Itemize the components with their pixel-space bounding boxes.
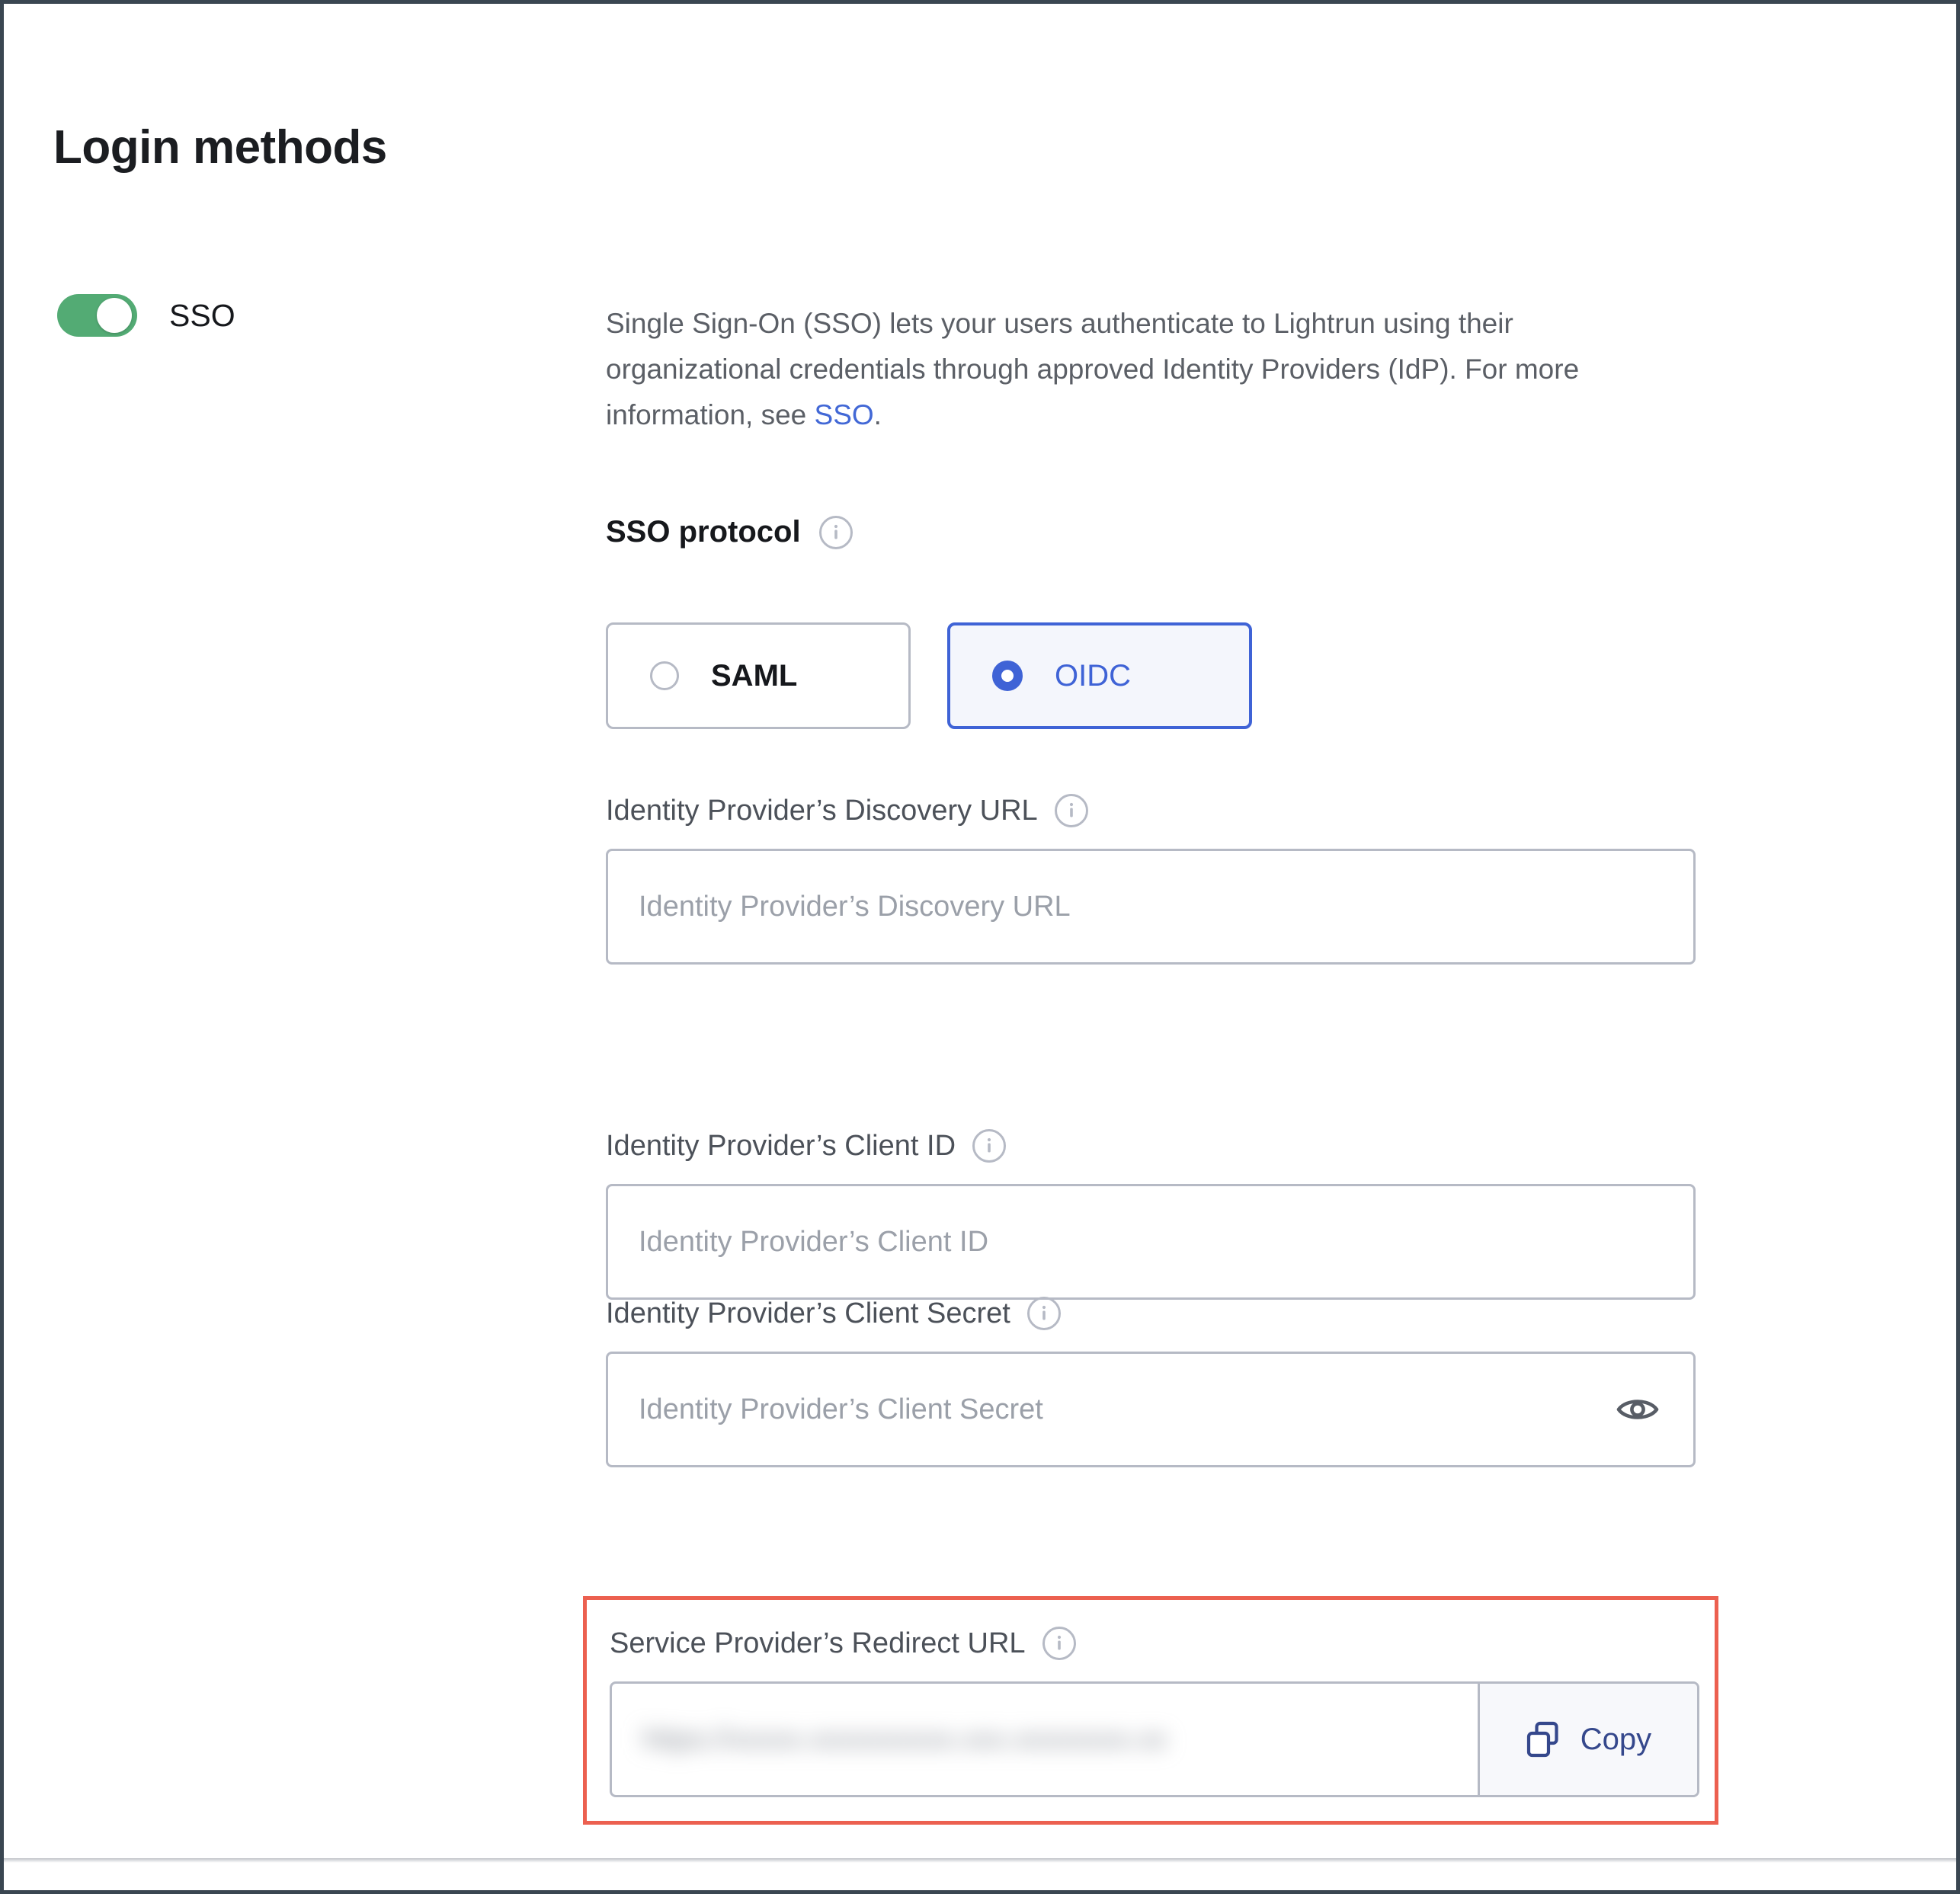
toggle-knob — [97, 298, 132, 333]
client-id-input[interactable]: Identity Provider’s Client ID — [606, 1184, 1696, 1300]
sso-doc-link[interactable]: SSO — [815, 399, 874, 430]
field-redirect-url: Service Provider’s Redirect URL https://… — [610, 1627, 1699, 1797]
redirect-url-highlight: Service Provider’s Redirect URL https://… — [583, 1596, 1718, 1825]
protocol-option-oidc-label: OIDC — [1055, 659, 1131, 693]
sso-protocol-heading-row: SSO protocol — [606, 515, 853, 549]
page-title: Login methods — [53, 124, 387, 171]
radio-circle-icon — [650, 661, 679, 690]
client-id-label-row: Identity Provider’s Client ID — [606, 1129, 1696, 1163]
client-secret-input[interactable]: Identity Provider’s Client Secret — [606, 1352, 1696, 1467]
protocol-option-saml-label: SAML — [711, 659, 797, 693]
client-secret-label: Identity Provider’s Client Secret — [606, 1297, 1010, 1330]
info-icon[interactable] — [1027, 1297, 1061, 1330]
radio-circle-filled-icon — [992, 661, 1023, 691]
eye-icon[interactable] — [1616, 1395, 1659, 1424]
redirect-url-input-group: https://xxxxx.xxxxxxxxxx.xxx.xxxxxxxx.xx… — [610, 1681, 1699, 1797]
discovery-url-label: Identity Provider’s Discovery URL — [606, 795, 1038, 827]
redirect-url-label-row: Service Provider’s Redirect URL — [610, 1627, 1699, 1660]
client-id-label: Identity Provider’s Client ID — [606, 1130, 956, 1163]
client-secret-label-row: Identity Provider’s Client Secret — [606, 1297, 1696, 1330]
protocol-option-oidc[interactable]: OIDC — [947, 622, 1252, 729]
screenshot-frame: Login methods SSO Single Sign-On (SSO) l… — [0, 0, 1960, 1894]
sso-protocol-heading: SSO protocol — [606, 515, 801, 549]
client-secret-placeholder: Identity Provider’s Client Secret — [639, 1393, 1043, 1426]
sso-toggle-row: SSO — [57, 294, 235, 337]
sso-toggle-label: SSO — [169, 298, 235, 334]
info-icon[interactable] — [1055, 794, 1088, 827]
info-icon[interactable] — [972, 1129, 1006, 1163]
client-id-placeholder: Identity Provider’s Client ID — [639, 1226, 988, 1259]
sso-description-text: Single Sign-On (SSO) lets your users aut… — [606, 308, 1579, 430]
redirect-url-input[interactable]: https://xxxxx.xxxxxxxxxx.xxx.xxxxxxxx.xx — [612, 1684, 1478, 1795]
copy-button[interactable]: Copy — [1478, 1684, 1697, 1795]
field-client-secret: Identity Provider’s Client Secret Identi… — [606, 1297, 1696, 1467]
sso-protocol-radio-group: SAML OIDC — [606, 622, 1252, 729]
redirect-url-value: https://xxxxx.xxxxxxxxxx.xxx.xxxxxxxx.xx — [642, 1723, 1167, 1756]
field-discovery-url: Identity Provider’s Discovery URL Identi… — [606, 794, 1696, 965]
info-icon[interactable] — [819, 516, 853, 549]
sso-description: Single Sign-On (SSO) lets your users aut… — [606, 301, 1696, 438]
sso-description-period: . — [874, 399, 882, 430]
protocol-option-saml[interactable]: SAML — [606, 622, 911, 729]
copy-icon — [1526, 1720, 1561, 1758]
redirect-url-label: Service Provider’s Redirect URL — [610, 1627, 1026, 1660]
info-icon[interactable] — [1042, 1627, 1076, 1660]
discovery-url-input[interactable]: Identity Provider’s Discovery URL — [606, 849, 1696, 965]
copy-button-label: Copy — [1580, 1723, 1651, 1757]
card-bottom-shadow — [4, 1858, 1956, 1863]
field-client-id: Identity Provider’s Client ID Identity P… — [606, 1129, 1696, 1300]
discovery-url-label-row: Identity Provider’s Discovery URL — [606, 794, 1696, 827]
sso-toggle-switch[interactable] — [57, 294, 137, 337]
discovery-url-placeholder: Identity Provider’s Discovery URL — [639, 891, 1071, 923]
